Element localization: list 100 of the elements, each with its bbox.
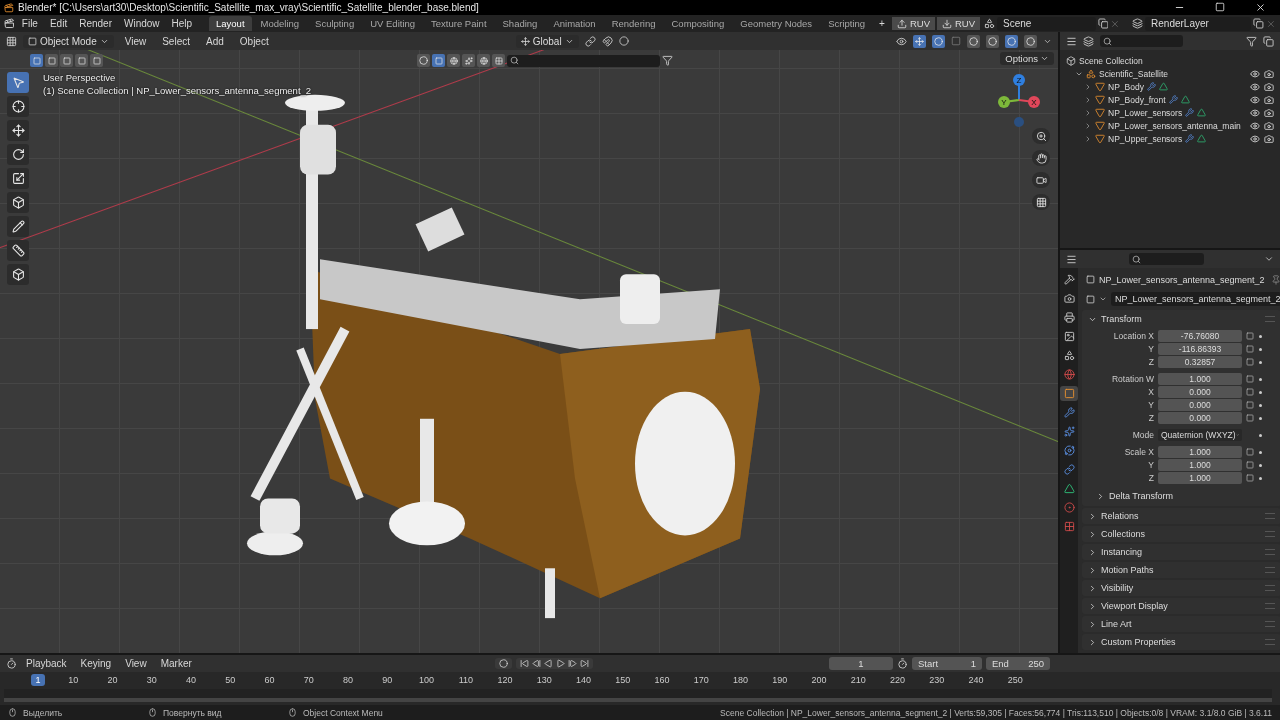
number-field[interactable]: 1.000 (1158, 472, 1242, 484)
menu-item[interactable]: Render (74, 17, 117, 30)
workspace-tab[interactable]: Animation (546, 16, 603, 31)
menu-item[interactable]: Playback (21, 657, 72, 670)
field-label: Z (1147, 473, 1154, 483)
status-hint: Object Context Menu (288, 707, 428, 718)
panel-header[interactable]: Motion Paths (1082, 563, 1280, 577)
menu-item[interactable]: Marker (155, 657, 197, 670)
field-label: Location X (1112, 331, 1154, 341)
name-field[interactable]: NP_Lower_sensors_antenna_segment_2 (1111, 292, 1280, 307)
workspace-tab[interactable]: Texture Paint (424, 16, 494, 31)
workspace-tab[interactable]: Scripting (821, 16, 873, 31)
panel-header[interactable]: Transform (1082, 312, 1280, 326)
panel-header[interactable]: Collections (1082, 527, 1280, 541)
field-label: Mode (1131, 430, 1154, 440)
menu-item[interactable]: View (120, 657, 152, 670)
frame-number: 130 (536, 675, 552, 685)
workspace-tab[interactable]: Layout (209, 16, 252, 31)
frame-number: 30 (146, 675, 157, 685)
field-label: Y (1147, 400, 1154, 410)
frame-number: 250 (1007, 675, 1023, 685)
menu-item[interactable]: Window (119, 17, 165, 30)
frame-number: 60 (264, 675, 275, 685)
frame-number: 90 (382, 675, 393, 685)
menu-item[interactable]: Object (234, 34, 274, 48)
panel-header[interactable]: Visibility (1082, 581, 1280, 595)
outliner-item[interactable]: NP_Lower_sensors (1108, 107, 1183, 118)
frame-number: 20 (107, 675, 118, 685)
current-frame-marker[interactable]: 1 (31, 674, 45, 686)
status-info: Scene Collection | NP_Lower_sensors_antenna_segment_2 | Verts:59,305 | Faces:56,774 | Tris:113,510 | Objects:0/8 | VRAM: 3.1/8.0 GiB | 3.6.11 (720, 707, 1272, 718)
options-dropdown[interactable]: Options (1000, 52, 1054, 65)
frame-number: 150 (615, 675, 631, 685)
mode-dropdown[interactable]: Object Mode (23, 34, 114, 48)
frame-number: 110 (458, 675, 473, 685)
outliner-item[interactable]: Scientific_Satellite (1099, 68, 1168, 79)
menu-item[interactable]: Help (166, 17, 198, 30)
current-frame-field[interactable]: 1 (829, 657, 893, 670)
menu-item[interactable]: View (119, 34, 152, 48)
outliner-item[interactable]: NP_Upper_sensors (1108, 133, 1183, 144)
field-label: X (1147, 387, 1154, 397)
workspace-tab[interactable]: Modeling (253, 16, 307, 31)
ruv-button[interactable]: RUV (891, 17, 935, 30)
frame-number: 210 (850, 675, 866, 685)
workspace-tab[interactable]: Compositing (664, 16, 732, 31)
number-field[interactable]: 1.000 (1158, 446, 1242, 458)
workspace-tab[interactable]: Geometry Nodes (733, 16, 820, 31)
field-label: Rotation W (1110, 374, 1154, 384)
outliner-item[interactable]: NP_Body_front (1108, 94, 1166, 105)
frame-number: 200 (811, 675, 827, 685)
frame-number: 170 (693, 675, 709, 685)
mode-dropdown[interactable]: Quaternion (WXYZ) (1158, 429, 1242, 441)
panel-header[interactable]: Relations (1082, 509, 1280, 523)
panel-header[interactable]: Instancing (1082, 545, 1280, 559)
menu-item[interactable]: Add (201, 34, 229, 48)
workspace-tab[interactable]: UV Editing (363, 16, 423, 31)
frame-number: 240 (968, 675, 984, 685)
workspace-tab[interactable]: Rendering (604, 16, 663, 31)
collection-path: (1) Scene Collection | NP_Lower_sensors_antenna_segment_2 (43, 85, 312, 96)
panel-header[interactable]: Line Art (1082, 617, 1280, 631)
start-frame-field[interactable]: Start 1 (912, 657, 982, 670)
outliner-item[interactable]: NP_Body (1108, 81, 1144, 92)
navigation-gizmo[interactable]: Z Y X (998, 74, 1040, 127)
frame-number: 100 (419, 675, 435, 685)
frame-number: 160 (654, 675, 670, 685)
frame-number: 190 (772, 675, 788, 685)
number-field[interactable]: -116.86393 (1158, 343, 1242, 355)
add-workspace-button[interactable]: + (874, 17, 890, 30)
view-name: User Perspective (43, 72, 117, 83)
menu-item[interactable]: Select (157, 34, 195, 48)
end-frame-field[interactable]: End 250 (986, 657, 1050, 670)
frame-number: 230 (929, 675, 945, 685)
menu-item[interactable]: File (16, 17, 43, 30)
view-layer-field[interactable]: RenderLayer (1145, 16, 1252, 31)
scene-field[interactable]: Scene (997, 16, 1096, 31)
number-field[interactable]: 0.000 (1158, 399, 1242, 411)
window-title: Blender* [C:\Users\art30\Desktop\Scientific_Satellite_max_vray\Scientific_Satellite_blender_base.blend] (18, 2, 479, 13)
workspace-tab[interactable]: Shading (495, 16, 545, 31)
number-field[interactable]: -76.76080 (1158, 330, 1242, 342)
frame-number: 140 (576, 675, 592, 685)
panel-header[interactable]: Viewport Display (1082, 599, 1280, 613)
orientation-dropdown[interactable]: Global (515, 34, 579, 48)
number-field[interactable]: 0.000 (1158, 412, 1242, 424)
object-name: NP_Lower_sensors_antenna_segment_2 (1099, 274, 1265, 285)
menu-item[interactable]: Edit (44, 17, 73, 30)
menu-item[interactable]: Keying (75, 657, 117, 670)
panel-header[interactable]: Custom Properties (1082, 635, 1280, 649)
number-field[interactable]: 0.000 (1158, 386, 1242, 398)
number-field[interactable]: 0.32857 (1158, 356, 1242, 368)
outliner-item[interactable]: NP_Lower_sensors_antenna_main (1108, 120, 1241, 131)
status-hint: Выделить (8, 707, 148, 718)
workspace-tab[interactable]: Sculpting (308, 16, 362, 31)
number-field[interactable]: 1.000 (1158, 373, 1242, 385)
field-label: Z (1147, 357, 1154, 367)
number-field[interactable]: 1.000 (1158, 459, 1242, 471)
frame-number: 220 (890, 675, 906, 685)
frame-number: 120 (497, 675, 513, 685)
outliner-item[interactable]: Scene Collection (1079, 55, 1143, 66)
field-label: Y (1147, 344, 1154, 354)
ruv-button[interactable]: RUV (937, 17, 981, 30)
subpanel-header[interactable]: Delta Transform (1082, 489, 1280, 503)
